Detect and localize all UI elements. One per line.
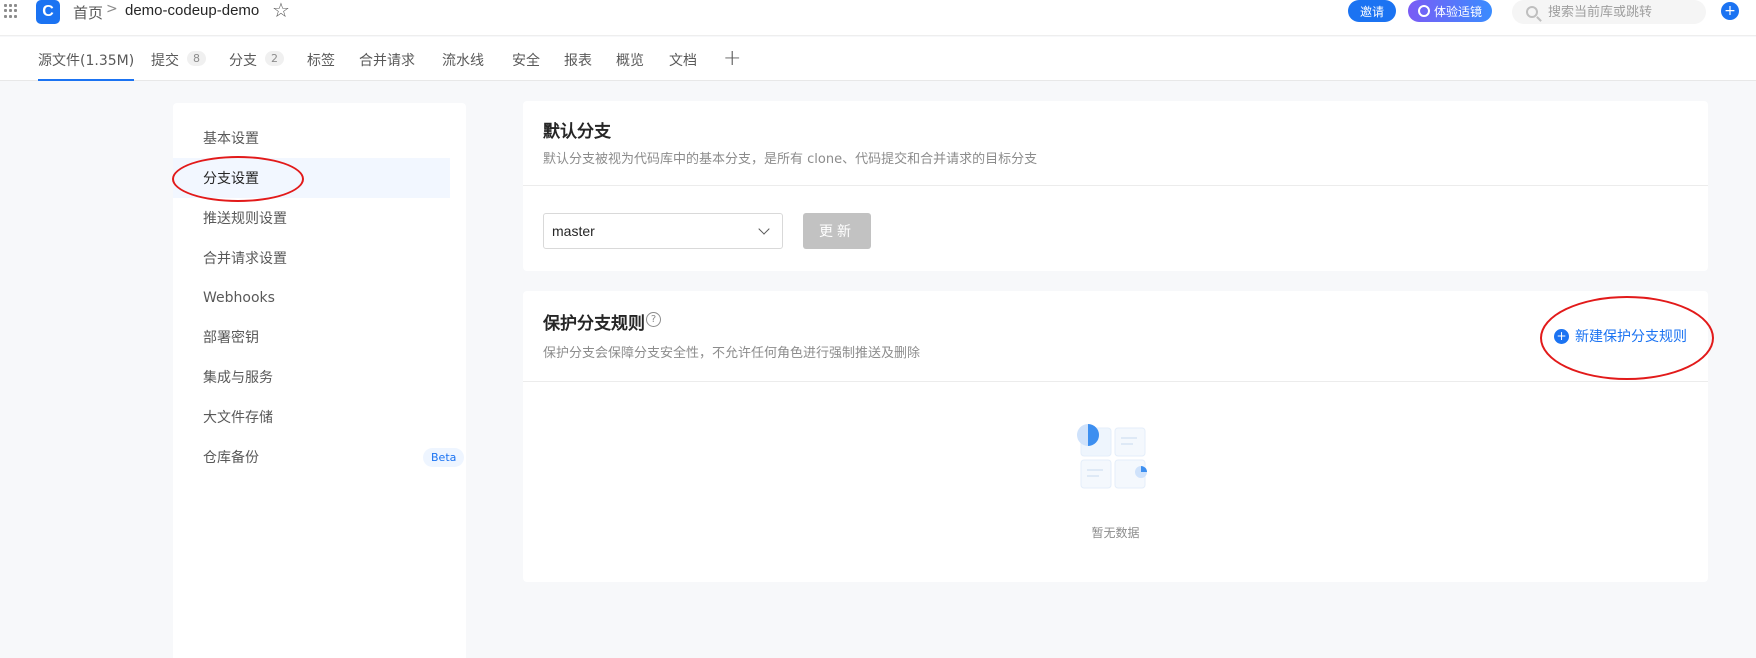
branch-select-value: master [552, 223, 595, 239]
lens-icon [1417, 5, 1430, 17]
create-plus-icon[interactable]: + [1721, 2, 1739, 20]
tab-pipelines[interactable]: 流水线 [442, 50, 484, 81]
tab-overview[interactable]: 概览 [616, 50, 644, 81]
tab-count-badge: 2 [265, 51, 284, 66]
tab-label: 报表 [564, 53, 592, 69]
tab-tags[interactable]: 标签 [307, 50, 335, 81]
beta-badge: Beta [423, 447, 465, 467]
tab-branches[interactable]: 分支 2 [229, 50, 284, 81]
tab-label: 流水线 [442, 53, 484, 69]
default-branch-card: 默认分支 默认分支被视为代码库中的基本分支，是所有 clone、代码提交和合并请… [523, 101, 1708, 271]
divider [523, 185, 1708, 186]
sidebar-item-integrations[interactable]: 集成与服务 [203, 357, 453, 397]
trial-button-label: 体验适镜 [1433, 4, 1482, 19]
protected-branch-card: 保护分支规则 ? 保护分支会保障分支安全性，不允许任何角色进行强制推送及删除 +… [523, 291, 1708, 582]
search-icon [1526, 6, 1538, 18]
tab-label: 提交 [151, 53, 179, 69]
sidebar-item-basic[interactable]: 基本设置 [203, 118, 453, 158]
breadcrumb-repo-name[interactable]: demo-codeup-demo [125, 2, 259, 19]
sidebar-item-backup[interactable]: 仓库备份 Beta [203, 437, 465, 477]
tab-label: 合并请求 [359, 53, 415, 69]
breadcrumb-home[interactable]: 首页 [73, 2, 103, 23]
default-branch-title: 默认分支 [543, 122, 611, 142]
sidebar-item-webhooks[interactable]: Webhooks [203, 278, 453, 318]
top-bar: C 首页 > demo-codeup-demo ☆ 邀请 体验适镜 + [0, 0, 1756, 36]
empty-state-illustration-icon [1077, 424, 1147, 489]
branch-select[interactable]: master [543, 213, 783, 249]
help-icon[interactable]: ? [646, 312, 661, 327]
annotation-circle-new-rule [1540, 296, 1714, 380]
sidebar-item-push-rules[interactable]: 推送规则设置 [203, 198, 453, 238]
update-button[interactable]: 更新 [803, 213, 871, 249]
default-branch-description: 默认分支被视为代码库中的基本分支，是所有 clone、代码提交和合并请求的目标分… [543, 152, 1038, 167]
tab-commits[interactable]: 提交 8 [151, 50, 206, 81]
tab-label: 概览 [616, 53, 644, 69]
trial-button[interactable]: 体验适镜 [1408, 0, 1492, 22]
tab-label: 源文件(1.35M) [38, 53, 135, 69]
sidebar-item-merge-request[interactable]: 合并请求设置 [203, 238, 453, 278]
sidebar-item-lfs[interactable]: 大文件存储 [203, 397, 453, 437]
codeup-logo[interactable]: C [36, 0, 60, 24]
app-grid-icon[interactable] [4, 4, 18, 18]
repo-tab-bar: 源文件(1.35M) 提交 8 分支 2 标签 合并请求 流水线 安全 报表 概… [0, 37, 1756, 81]
tab-label: 分支 [229, 53, 257, 69]
global-search[interactable] [1512, 0, 1706, 24]
chevron-right-icon: > [106, 1, 118, 17]
empty-state-text: 暂无数据 [1091, 526, 1140, 540]
chevron-down-icon [758, 223, 770, 235]
tab-source-files[interactable]: 源文件(1.35M) [38, 50, 135, 81]
tab-label: 安全 [512, 53, 540, 69]
annotation-circle-branch-settings [172, 156, 304, 202]
tab-security[interactable]: 安全 [512, 50, 540, 81]
add-tab-icon[interactable]: + [723, 46, 741, 71]
divider [523, 381, 1708, 382]
invite-button[interactable]: 邀请 [1348, 0, 1396, 22]
protected-branch-title: 保护分支规则 [543, 314, 645, 334]
protected-branch-description: 保护分支会保障分支安全性，不允许任何角色进行强制推送及删除 [543, 346, 921, 361]
tab-docs[interactable]: 文档 [669, 50, 697, 81]
star-icon[interactable]: ☆ [272, 0, 290, 20]
sidebar-item-label: 仓库备份 [203, 450, 259, 466]
sidebar-item-deploy-keys[interactable]: 部署密钥 [203, 317, 453, 357]
tab-merge-requests[interactable]: 合并请求 [359, 50, 415, 81]
tab-label: 文档 [669, 53, 697, 69]
search-input[interactable] [1548, 4, 1698, 20]
tab-label: 标签 [307, 53, 335, 69]
tab-count-badge: 8 [187, 51, 206, 66]
tab-reports[interactable]: 报表 [564, 50, 592, 81]
